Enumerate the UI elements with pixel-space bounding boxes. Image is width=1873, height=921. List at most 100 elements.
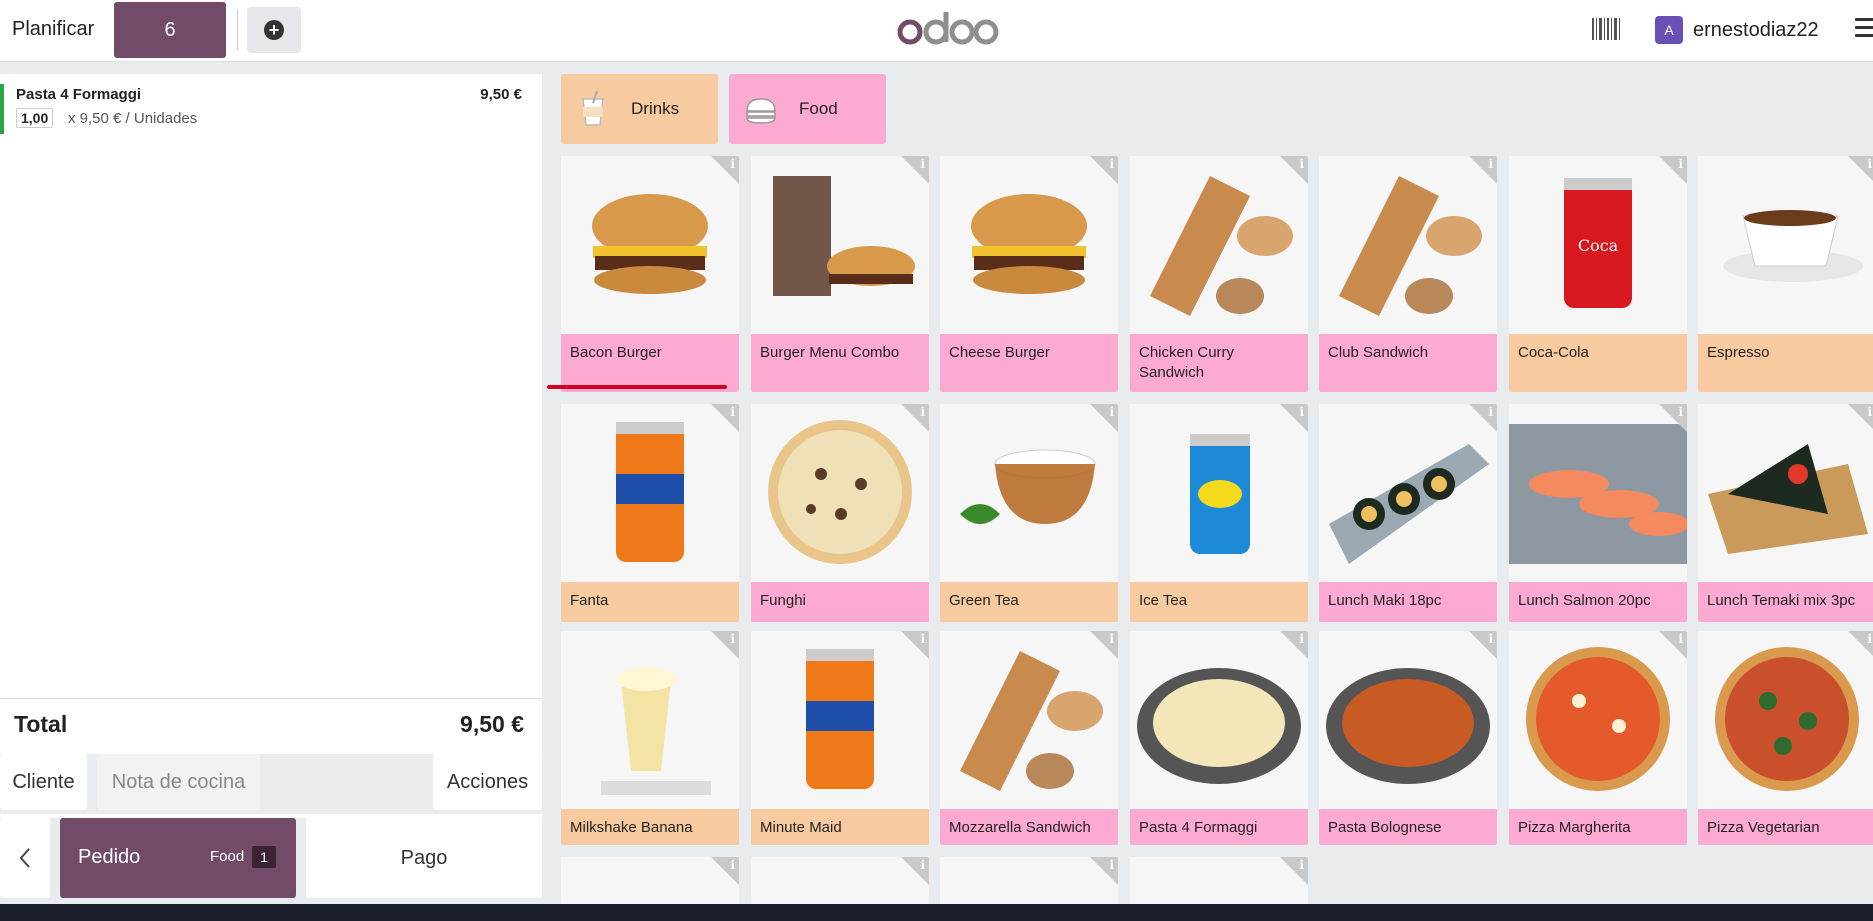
food-burger-icon xyxy=(746,98,776,124)
actions-row: Cliente Nota de cocina Acciones xyxy=(0,754,542,814)
user-menu[interactable]: A ernestodiaz22 xyxy=(1655,16,1819,44)
info-icon: i xyxy=(920,157,925,171)
order-line-qty: 1,00 xyxy=(16,108,54,128)
product-card[interactable]: i Cheese Burger xyxy=(940,156,1118,392)
hamburger-menu-icon[interactable] xyxy=(1855,18,1873,40)
product-card[interactable]: i xyxy=(940,857,1118,904)
category-food-label: Food xyxy=(799,99,838,118)
order-line-marker xyxy=(0,84,4,134)
payment-button[interactable]: Pago xyxy=(306,818,542,898)
info-icon: i xyxy=(730,858,735,872)
product-name: Pasta 4 Formaggi xyxy=(1130,809,1308,845)
info-icon: i xyxy=(1299,157,1304,171)
product-card[interactable]: i Minute Maid xyxy=(751,631,929,845)
product-name: Burger Menu Combo xyxy=(751,334,929,392)
product-name: Mozzarella Sandwich xyxy=(940,809,1118,845)
product-card[interactable]: i Mozzarella Sandwich xyxy=(940,631,1118,845)
info-icon: i xyxy=(1867,405,1872,419)
info-icon: i xyxy=(730,157,735,171)
product-name: Bacon Burger xyxy=(561,334,739,392)
product-name: Club Sandwich xyxy=(1319,334,1497,392)
info-icon: i xyxy=(1109,405,1114,419)
info-icon: i xyxy=(1109,858,1114,872)
product-name: Lunch Salmon 20pc xyxy=(1509,582,1687,622)
product-card[interactable]: i Bacon Burger xyxy=(561,156,739,392)
product-name: Green Tea xyxy=(940,582,1118,622)
info-icon: i xyxy=(730,405,735,419)
category-drinks-label: Drinks xyxy=(631,99,680,118)
product-card[interactable]: i xyxy=(561,857,739,904)
svg-text:Coca: Coca xyxy=(1578,236,1619,255)
total-row: Total 9,50 € xyxy=(0,698,542,750)
kitchen-note-button[interactable]: Nota de cocina xyxy=(97,754,260,810)
product-card[interactable]: i Ice Tea xyxy=(1130,404,1308,622)
product-card[interactable]: i Pasta 4 Formaggi xyxy=(1130,631,1308,845)
product-card[interactable]: i Club Sandwich xyxy=(1319,156,1497,392)
product-image xyxy=(1698,156,1873,334)
plus-circle-icon: + xyxy=(264,20,284,40)
product-name: Fanta xyxy=(561,582,739,622)
product-name: Pizza Margherita xyxy=(1509,809,1687,845)
product-card[interactable]: i Lunch Salmon 20pc xyxy=(1509,404,1687,622)
drink-cup-icon xyxy=(582,90,604,126)
info-icon: i xyxy=(1109,157,1114,171)
info-icon: i xyxy=(920,632,925,646)
product-name: Minute Maid xyxy=(751,809,929,845)
product-card[interactable]: i Lunch Temaki mix 3pc xyxy=(1698,404,1873,622)
top-bar: Planificar 6 + A ernestodiaz22 xyxy=(0,0,1873,62)
actions-button[interactable]: Acciones xyxy=(433,754,542,810)
info-icon: i xyxy=(1109,632,1114,646)
info-icon: i xyxy=(920,858,925,872)
table-number-button[interactable]: 6 xyxy=(114,2,226,58)
info-icon: i xyxy=(1678,157,1683,171)
order-line[interactable]: Pasta 4 Formaggi 9,50 € 1,00 x 9,50 € / … xyxy=(0,84,542,134)
product-image xyxy=(1698,631,1873,809)
info-icon: i xyxy=(1299,405,1304,419)
planificar-button[interactable]: Planificar xyxy=(12,18,94,41)
product-name: Lunch Maki 18pc xyxy=(1319,582,1497,622)
total-value: 9,50 € xyxy=(460,711,524,737)
product-card[interactable]: i Milkshake Banana xyxy=(561,631,739,845)
order-button-label: Pedido xyxy=(78,846,141,868)
product-name: Pizza Vegetarian xyxy=(1698,809,1873,845)
product-card[interactable]: i Green Tea xyxy=(940,404,1118,622)
divider xyxy=(237,10,238,50)
avatar: A xyxy=(1655,16,1683,44)
order-button[interactable]: Pedido Food 1 xyxy=(60,818,296,898)
order-panel: Pasta 4 Formaggi 9,50 € 1,00 x 9,50 € / … xyxy=(0,74,542,904)
order-line-unit-price: x 9,50 € / Unidades xyxy=(68,110,198,127)
product-card[interactable]: i xyxy=(751,857,929,904)
barcode-icon[interactable] xyxy=(1591,16,1621,42)
info-icon: i xyxy=(1488,632,1493,646)
info-icon: i xyxy=(1678,632,1683,646)
product-name: Pasta Bolognese xyxy=(1319,809,1497,845)
product-card[interactable]: i Chicken Curry Sandwich xyxy=(1130,156,1308,392)
info-icon: i xyxy=(1299,858,1304,872)
product-name: Cheese Burger xyxy=(940,334,1118,392)
info-icon: i xyxy=(920,405,925,419)
product-name: Milkshake Banana xyxy=(561,809,739,845)
info-icon: i xyxy=(1867,157,1872,171)
product-card[interactable]: i Lunch Maki 18pc xyxy=(1319,404,1497,622)
product-card[interactable]: i Pasta Bolognese xyxy=(1319,631,1497,845)
chevron-left-icon xyxy=(19,848,30,868)
product-card[interactable]: i xyxy=(1130,857,1308,904)
product-card[interactable]: i Pizza Margherita xyxy=(1509,631,1687,845)
product-card[interactable]: i Burger Menu Combo xyxy=(751,156,929,392)
product-card[interactable]: Coca i Coca-Cola xyxy=(1509,156,1687,392)
product-card[interactable]: i Funghi xyxy=(751,404,929,622)
product-card[interactable]: i Fanta xyxy=(561,404,739,622)
annotation-underline xyxy=(547,385,727,389)
category-drinks[interactable]: Drinks xyxy=(561,74,718,144)
total-label: Total xyxy=(14,711,68,737)
info-icon: i xyxy=(1488,157,1493,171)
product-card[interactable]: i Pizza Vegetarian xyxy=(1698,631,1873,845)
product-image xyxy=(1698,404,1873,582)
info-icon: i xyxy=(730,632,735,646)
product-name: Espresso xyxy=(1698,334,1873,392)
back-button[interactable] xyxy=(0,818,50,898)
customer-button[interactable]: Cliente xyxy=(0,754,87,810)
product-card[interactable]: i Espresso xyxy=(1698,156,1873,392)
category-food[interactable]: Food xyxy=(729,74,886,144)
add-order-button[interactable]: + xyxy=(247,7,301,53)
